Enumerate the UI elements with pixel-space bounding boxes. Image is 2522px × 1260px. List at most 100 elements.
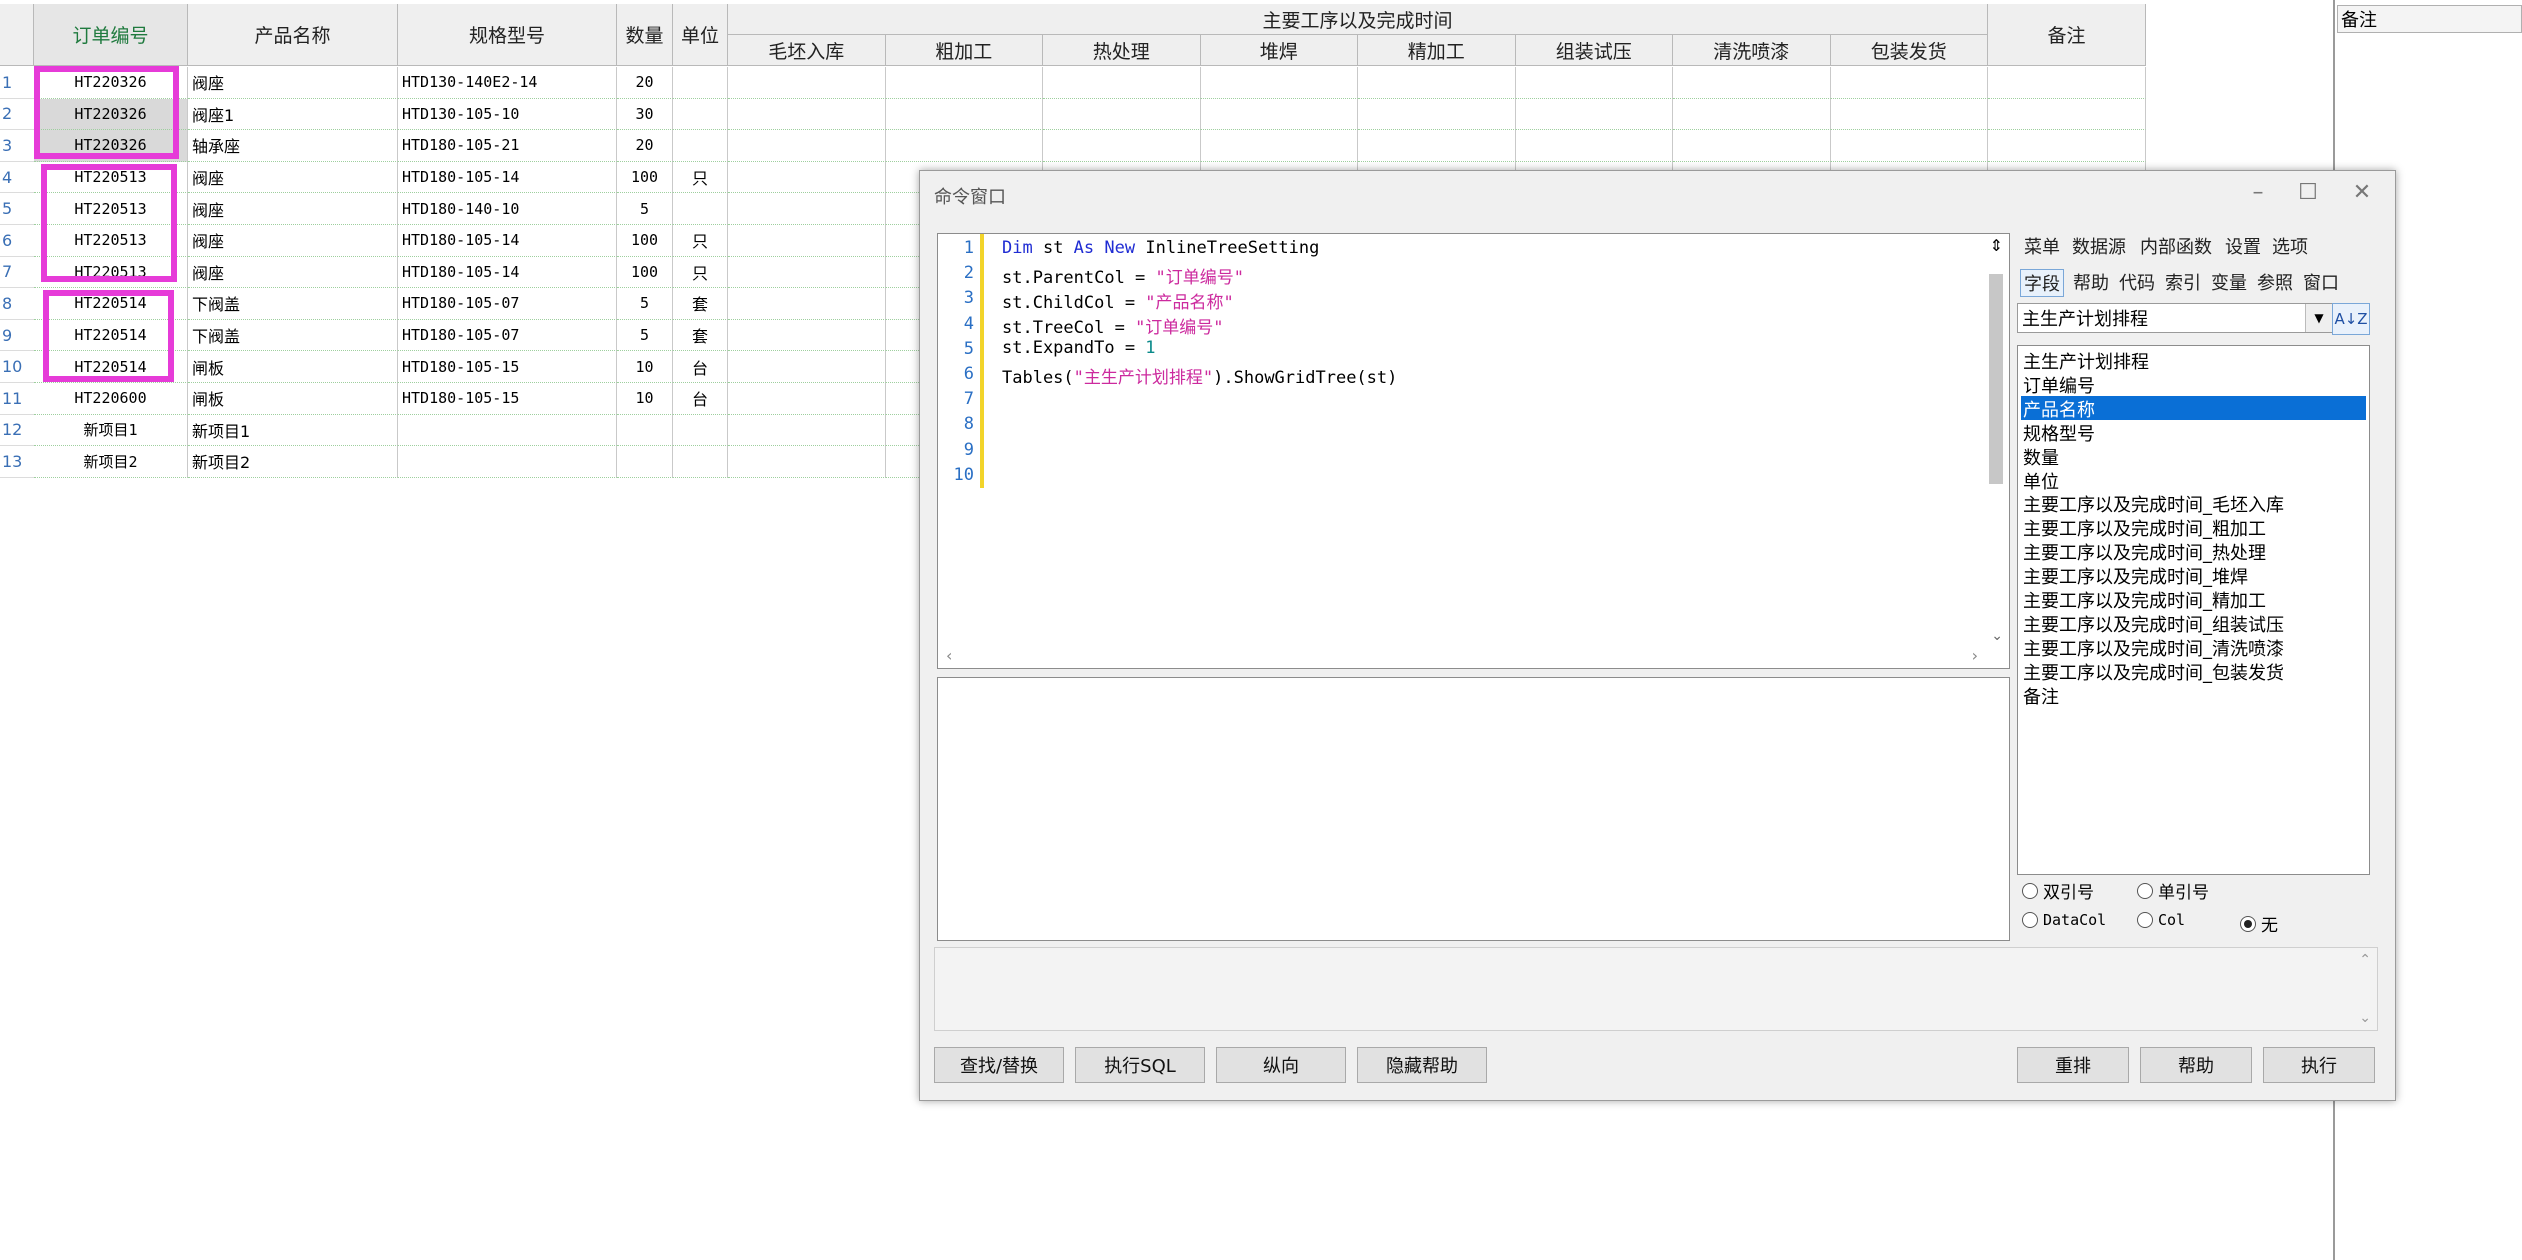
field-list-item[interactable]: 主要工序以及完成时间_粗加工 [2021,515,2366,540]
col-header-order-no[interactable]: 订单编号 [34,4,188,66]
cell-product-name[interactable]: 阀座1 [188,98,398,131]
col-header-remark[interactable]: 备注 [1988,4,2146,66]
cell-order-no[interactable]: 新项目1 [34,414,188,447]
cell-qty[interactable]: 10 [617,383,673,415]
cell-order-no[interactable]: HT220513 [34,256,188,289]
editor-vertical-scrollbar[interactable]: ⇕ ⌄ [1985,234,2007,644]
cell-unit[interactable] [673,98,728,131]
field-list-item[interactable]: 主生产计划排程 [2021,348,2366,373]
row-number[interactable]: 9 [0,320,34,352]
tab-index[interactable]: 索引 [2165,269,2201,295]
row-number[interactable]: 5 [0,193,34,225]
cell-qty[interactable]: 5 [617,288,673,320]
cell-process[interactable] [728,98,886,131]
cell-remark[interactable] [1988,130,2146,162]
cell-process[interactable] [1830,130,1988,162]
row-header-corner[interactable] [0,4,34,66]
tab-builtin-functions[interactable]: 内部函数 [2140,233,2212,259]
cell-spec[interactable]: HTD180-105-15 [398,383,617,415]
cell-process[interactable] [1830,98,1988,131]
col-header-product-name[interactable]: 产品名称 [188,4,398,66]
maximize-icon[interactable]: ☐ [2286,177,2330,207]
cell-order-no[interactable]: HT220513 [34,225,188,257]
cell-process[interactable] [885,98,1043,131]
cell-process[interactable] [728,351,886,383]
cell-order-no[interactable]: HT220513 [34,193,188,225]
cell-order-no[interactable]: HT220514 [34,319,188,352]
tab-fields[interactable]: 字段 [2020,269,2064,297]
split-handle-icon[interactable]: ⇕ [1990,236,2003,255]
cell-order-no[interactable]: HT220514 [34,351,188,383]
cell-spec[interactable]: HTD180-105-21 [398,130,617,162]
cell-process[interactable] [1043,67,1201,99]
cell-unit[interactable] [673,67,728,99]
row-number[interactable]: 10 [0,351,34,383]
cell-remark[interactable] [1988,67,2146,99]
code-line-3[interactable]: st.ChildCol = "产品名称" [1002,288,1234,313]
cell-process[interactable] [728,193,886,225]
cell-order-no[interactable]: HT220326 [34,67,188,99]
row-number[interactable]: 3 [0,130,34,162]
cell-qty[interactable]: 20 [617,130,673,162]
field-list-item[interactable]: 主要工序以及完成时间_清洗喷漆 [2021,635,2366,660]
output-panel[interactable] [937,677,2010,941]
find-replace-button[interactable]: 查找/替换 [934,1047,1064,1083]
tab-reference[interactable]: 参照 [2257,269,2293,295]
cell-process[interactable] [728,288,886,320]
scroll-right-icon[interactable]: › [1972,646,1978,665]
cell-process[interactable] [1515,98,1673,131]
cell-process[interactable] [1200,67,1358,99]
code-editor[interactable]: 1 2 3 4 5 6 7 8 9 10 Dim st As New InlineTreeSett… [937,233,2010,669]
cell-qty[interactable] [617,414,673,447]
code-line-2[interactable]: st.ParentCol = "订单编号" [1002,263,1244,288]
radio-none[interactable]: 无 [2240,911,2278,936]
cell-process[interactable] [728,383,886,415]
cell-order-no[interactable]: HT220326 [34,98,188,131]
tab-options[interactable]: 选项 [2272,233,2308,259]
col-header-process-rough-blank[interactable]: 毛坯入库 [728,35,886,66]
cell-process[interactable] [885,67,1043,99]
cell-product-name[interactable]: 阀座 [188,256,398,289]
cell-process[interactable] [1200,130,1358,162]
cell-order-no[interactable]: HT220600 [34,383,188,415]
cell-process[interactable] [1830,67,1988,99]
col-header-process-group[interactable]: 主要工序以及完成时间 [728,4,1988,35]
cell-qty[interactable]: 100 [617,225,673,257]
col-header-process-finishing[interactable]: 精加工 [1358,35,1516,66]
cell-spec[interactable]: HTD130-140E2-14 [398,67,617,99]
field-list-item[interactable]: 数量 [2021,444,2366,469]
minimize-icon[interactable]: – [2236,177,2280,207]
tab-menu[interactable]: 菜单 [2024,233,2060,259]
cell-unit[interactable]: 套 [673,288,728,320]
code-line-6[interactable]: Tables("主生产计划排程").ShowGridTree(st) [1002,363,1397,388]
field-list[interactable]: 主生产计划排程 订单编号 产品名称 规格型号 数量 单位 主要工序以及完成时间_毛坯入库 主要… [2017,345,2370,875]
code-line-1[interactable]: Dim st As New InlineTreeSetting [1002,238,1319,258]
tab-help[interactable]: 帮助 [2073,269,2109,295]
cell-unit[interactable]: 只 [673,256,728,289]
col-header-process-overlay-welding[interactable]: 堆焊 [1200,35,1358,66]
col-header-process-cleaning-painting[interactable]: 清洗喷漆 [1673,35,1831,66]
cell-process[interactable] [885,130,1043,162]
row-number[interactable]: 13 [0,446,34,478]
cell-process[interactable] [1043,130,1201,162]
cell-product-name[interactable]: 下阀盖 [188,288,398,320]
cell-process[interactable] [728,319,886,352]
cmd-scroll-up-icon[interactable]: ⌃ [2359,952,2371,968]
cell-spec[interactable] [398,446,617,478]
cell-order-no[interactable]: HT220513 [34,161,188,194]
cell-product-name[interactable]: 轴承座 [188,130,398,162]
execute-sql-button[interactable]: 执行SQL [1075,1047,1205,1083]
cell-process[interactable] [1673,67,1831,99]
cell-process[interactable] [1200,98,1358,131]
radio-double-quote[interactable]: 双引号 [2022,878,2094,903]
command-line-input[interactable]: ⌃ ⌄ [934,947,2378,1031]
command-window[interactable]: 命令窗口 – ☐ ✕ 1 2 3 4 5 6 7 8 9 10 Dim st As New Inl… [919,170,2396,1101]
cell-process[interactable] [728,225,886,257]
field-list-item[interactable]: 主要工序以及完成时间_精加工 [2021,587,2366,612]
tab-datasource[interactable]: 数据源 [2072,233,2126,259]
field-list-item[interactable]: 主要工序以及完成时间_包装发货 [2021,659,2366,684]
cell-spec[interactable]: HTD180-105-14 [398,256,617,289]
row-number[interactable]: 1 [0,67,34,99]
col-header-process-rough-machining[interactable]: 粗加工 [885,35,1043,66]
row-number[interactable]: 7 [0,257,34,289]
